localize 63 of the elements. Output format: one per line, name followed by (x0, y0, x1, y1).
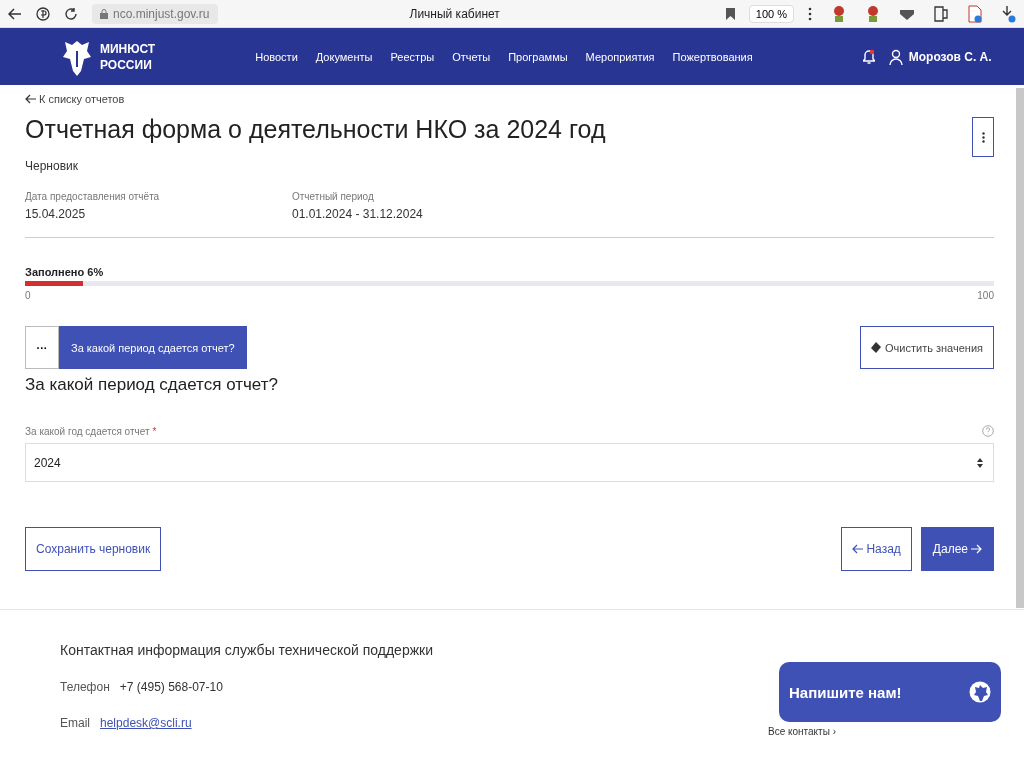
left-arrow-icon (852, 544, 864, 554)
logo-text: МИНЮСТ (100, 40, 156, 57)
contact-label: Email (60, 716, 90, 730)
section-heading: За какой период сдается отчет? (25, 375, 279, 395)
browser-logo-icon[interactable] (36, 6, 50, 21)
zoom-button[interactable]: 100 % (748, 4, 794, 23)
reload-icon[interactable] (64, 6, 78, 21)
more-icon[interactable] (808, 6, 812, 21)
email-link[interactable]: helpdesk@scli.ru (100, 716, 192, 730)
meta-value: 15.04.2025 (25, 207, 87, 221)
field-label: За какой год сдается отчет (25, 425, 150, 437)
scale-label: 0 (25, 290, 31, 301)
save-draft-button[interactable]: Сохранить черновик (25, 527, 162, 571)
nav-link[interactable]: Мероприятия (585, 50, 655, 63)
pdf-icon[interactable] (968, 4, 982, 23)
more-button[interactable] (972, 117, 994, 157)
spinner-icon[interactable] (977, 456, 983, 469)
bell-icon[interactable] (862, 48, 875, 65)
nav-link[interactable]: Пожертвования (672, 50, 753, 63)
year-input-field[interactable]: 2024 (25, 443, 994, 482)
logo-text: РОССИИ (100, 56, 153, 73)
nav-link[interactable]: Новости (255, 50, 298, 63)
meta-value: 01.01.2024 - 31.12.2024 (292, 207, 424, 221)
progress-label: Заполнено 6% (25, 266, 105, 278)
nav-link[interactable]: Программы (508, 50, 568, 63)
extension-icon[interactable] (934, 5, 948, 22)
lock-icon (100, 8, 108, 19)
page-title: Личный кабинет (409, 6, 500, 21)
more-icon (981, 131, 985, 143)
extension-icon[interactable] (832, 4, 846, 23)
status-text: Черновик (25, 159, 79, 173)
extension-icon[interactable] (866, 4, 880, 23)
back-arrow-icon (25, 94, 36, 104)
nav-link[interactable]: Документы (315, 50, 373, 63)
next-button[interactable]: Далее (920, 527, 994, 571)
back-button[interactable]: Назад (841, 527, 912, 571)
scale-label: 100 (977, 290, 994, 301)
scrollbar[interactable] (1016, 88, 1024, 608)
footer-heading: Контактная информация службы технической поддержки (60, 642, 433, 658)
back-link[interactable]: К списку отчетов (25, 93, 994, 105)
user-icon (888, 48, 903, 65)
nav-link[interactable]: Реестры (390, 50, 435, 63)
all-contacts-link[interactable]: Все контакты › (768, 726, 958, 737)
address-field[interactable]: nco.minjust.gov.ru (92, 3, 218, 24)
section-tab[interactable]: За какой период сдается отчет? (59, 326, 247, 369)
shield-icon[interactable] (900, 7, 914, 20)
chat-button[interactable]: Напишите нам! (779, 662, 1001, 722)
download-icon[interactable] (1002, 4, 1016, 23)
phone-number: +7 (495) 568-07-10 (119, 680, 223, 694)
user-menu[interactable]: Морозов С. А. (888, 48, 992, 65)
back-arrow-icon[interactable] (8, 7, 22, 20)
page-heading: Отчетная форма о деятельности НКО за 2024 год (25, 115, 606, 144)
contact-label: Телефон (60, 680, 110, 694)
sections-button[interactable]: ··· (25, 326, 59, 369)
nav-link[interactable]: Отчеты (452, 50, 491, 63)
meta-label: Отчетный период (292, 191, 375, 202)
bookmark-icon[interactable] (725, 7, 735, 20)
emblem-icon (969, 681, 991, 703)
clear-button[interactable]: Очистить значения (860, 326, 994, 369)
right-arrow-icon (971, 544, 982, 554)
meta-label: Дата предоставления отчёта (25, 191, 161, 202)
eraser-icon (871, 342, 882, 353)
required-mark: * (152, 425, 157, 437)
